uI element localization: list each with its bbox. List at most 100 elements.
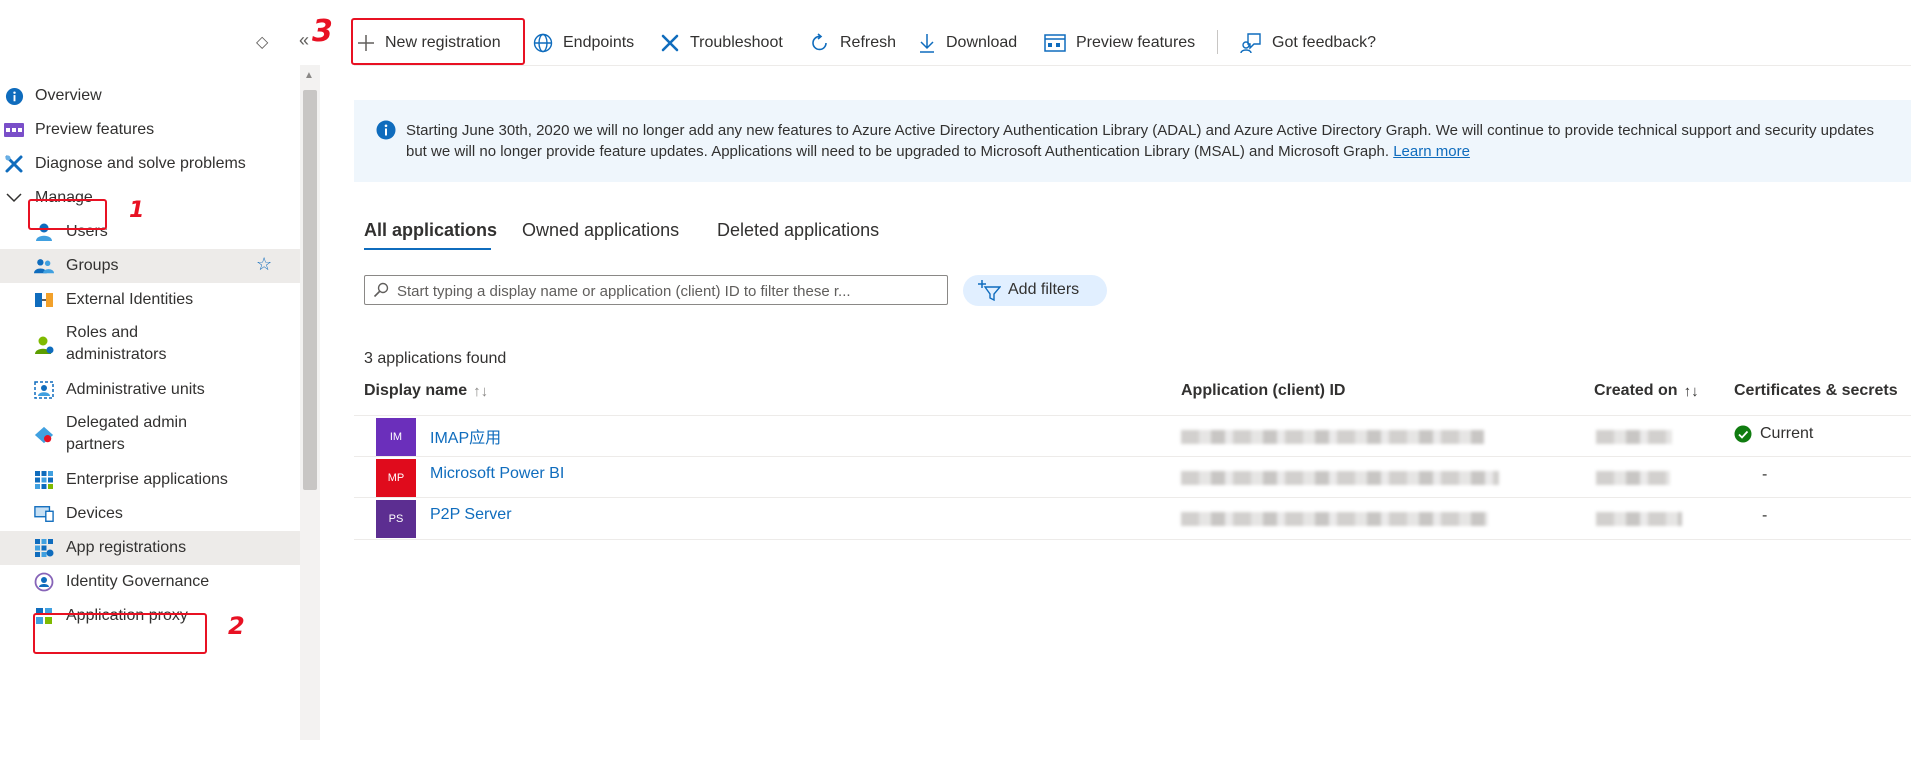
banner-message: Starting June 30th, 2020 we will no long… bbox=[406, 120, 1896, 162]
sidebar-item-label: Identity Governance bbox=[66, 573, 210, 590]
app-avatar: IM bbox=[376, 418, 416, 456]
column-label: Application (client) ID bbox=[1181, 382, 1346, 399]
download-button[interactable]: Download bbox=[918, 28, 1017, 58]
expand-icon[interactable]: ◇ bbox=[256, 32, 268, 52]
table-row[interactable]: PS P2P Server - bbox=[354, 497, 1911, 540]
sidebar-item-label: Diagnose and solve problems bbox=[35, 155, 246, 172]
redacted-client-id bbox=[1181, 471, 1499, 485]
certificate-status: Current bbox=[1734, 425, 1813, 443]
troubleshoot-button[interactable]: Troubleshoot bbox=[660, 28, 783, 58]
sidebar-item-delegated-admin[interactable]: Delegated admin partners bbox=[0, 407, 300, 463]
info-banner: Starting June 30th, 2020 we will no long… bbox=[354, 100, 1911, 182]
add-filters-label: Add filters bbox=[1008, 281, 1080, 298]
download-icon bbox=[920, 34, 934, 53]
sidebar-item-enterprise-applications[interactable]: Enterprise applications bbox=[0, 463, 300, 497]
sidebar-item-label: Preview features bbox=[35, 121, 155, 138]
info-icon bbox=[376, 120, 396, 145]
column-header-display-name[interactable]: Display name ↑↓ bbox=[364, 382, 488, 400]
redacted-created-on bbox=[1596, 512, 1682, 526]
refresh-label: Refresh bbox=[840, 34, 897, 51]
annotation-box-new-registration bbox=[351, 18, 525, 65]
check-circle-icon bbox=[1734, 425, 1752, 443]
search-input[interactable] bbox=[395, 276, 939, 306]
preview-features-icon bbox=[4, 120, 24, 140]
sidebar-item-label: Administrative units bbox=[66, 381, 205, 398]
table-row[interactable]: MP Microsoft Power BI - bbox=[354, 456, 1911, 498]
sidebar-item-groups[interactable]: Groups ☆ bbox=[0, 249, 300, 283]
delegated-admin-icon bbox=[34, 425, 54, 445]
column-header-client-id: Application (client) ID bbox=[1181, 382, 1345, 400]
sidebar-scrollbar-thumb[interactable] bbox=[303, 90, 317, 490]
preview-features-icon bbox=[1044, 34, 1066, 52]
feedback-button[interactable]: Got feedback? bbox=[1240, 28, 1376, 58]
column-header-certificates: Certificates & secrets bbox=[1734, 382, 1898, 400]
search-box bbox=[364, 275, 948, 306]
globe-icon bbox=[533, 33, 553, 53]
feedback-label: Got feedback? bbox=[1272, 34, 1377, 51]
identity-governance-icon bbox=[34, 572, 54, 592]
annotation-box-manage bbox=[28, 199, 107, 230]
results-count: 3 applications found bbox=[364, 350, 507, 367]
learn-more-link[interactable]: Learn more bbox=[1393, 143, 1470, 160]
refresh-button[interactable]: Refresh bbox=[810, 28, 896, 58]
scroll-up-icon[interactable]: ▲ bbox=[304, 70, 314, 81]
favorite-star-icon[interactable]: ☆ bbox=[256, 254, 272, 275]
sidebar-item-app-registrations[interactable]: App registrations bbox=[0, 531, 300, 565]
annotation-number-3: 3 bbox=[312, 14, 333, 49]
sidebar-item-label: App registrations bbox=[66, 539, 187, 556]
sort-icon[interactable]: ↑↓ bbox=[1684, 383, 1699, 400]
sidebar-item-roles[interactable]: Roles and administrators bbox=[0, 317, 300, 373]
toolbar-divider bbox=[1217, 30, 1218, 54]
sidebar-item-preview-features[interactable]: Preview features bbox=[0, 113, 300, 147]
column-label: Certificates & secrets bbox=[1734, 382, 1898, 399]
enterprise-apps-icon bbox=[34, 470, 54, 490]
group-icon bbox=[34, 256, 54, 276]
redacted-client-id bbox=[1181, 430, 1484, 444]
sidebar-item-label: Groups bbox=[66, 257, 119, 274]
app-name-link[interactable]: Microsoft Power BI bbox=[430, 465, 564, 483]
feedback-icon bbox=[1240, 33, 1261, 54]
table-row[interactable]: IM IMAP应用 Current bbox=[354, 415, 1911, 457]
column-label: Created on bbox=[1594, 382, 1678, 399]
column-label: Display name bbox=[364, 382, 468, 399]
annotation-number-2: 2 bbox=[228, 612, 245, 640]
sidebar-item-identity-governance[interactable]: Identity Governance bbox=[0, 565, 300, 599]
endpoints-button[interactable]: Endpoints bbox=[533, 28, 634, 58]
search-icon bbox=[373, 282, 389, 303]
sidebar-item-label: Enterprise applications bbox=[66, 471, 228, 488]
sidebar-item-label: External Identities bbox=[66, 291, 194, 308]
tab-all-applications[interactable]: All applications bbox=[364, 220, 497, 241]
preview-features-label: Preview features bbox=[1076, 34, 1196, 51]
collapse-sidebar-icon[interactable]: « bbox=[299, 30, 309, 51]
banner-text: Starting June 30th, 2020 we will no long… bbox=[406, 122, 1875, 160]
chevron-down-icon bbox=[4, 188, 24, 208]
info-icon bbox=[4, 86, 24, 106]
certificate-status-text: - bbox=[1762, 507, 1768, 524]
redacted-client-id bbox=[1181, 512, 1488, 526]
annotation-number-1: 1 bbox=[129, 198, 145, 223]
devices-icon bbox=[34, 504, 54, 524]
wrench-icon bbox=[4, 154, 24, 174]
roles-icon bbox=[34, 335, 54, 355]
sidebar-item-external-identities[interactable]: External Identities bbox=[0, 283, 300, 317]
add-filters-button[interactable]: Add filters bbox=[963, 275, 1107, 306]
sort-icon[interactable]: ↑↓ bbox=[473, 383, 488, 400]
add-filter-icon bbox=[977, 279, 1002, 306]
sidebar-item-overview[interactable]: Overview bbox=[0, 79, 300, 113]
wrench-icon bbox=[661, 34, 679, 52]
annotation-box-app-registrations bbox=[33, 613, 207, 654]
preview-features-button[interactable]: Preview features bbox=[1044, 28, 1195, 58]
sidebar-item-diagnose[interactable]: Diagnose and solve problems bbox=[0, 147, 300, 181]
admin-units-icon bbox=[34, 380, 54, 400]
column-header-created-on[interactable]: Created on ↑↓ bbox=[1594, 382, 1699, 400]
app-avatar: PS bbox=[376, 500, 416, 538]
tab-deleted-applications[interactable]: Deleted applications bbox=[717, 220, 879, 241]
app-name-link[interactable]: P2P Server bbox=[430, 506, 512, 524]
active-tab-indicator bbox=[364, 248, 491, 250]
sidebar-item-devices[interactable]: Devices bbox=[0, 497, 300, 531]
app-name-link[interactable]: IMAP应用 bbox=[430, 424, 501, 448]
tab-owned-applications[interactable]: Owned applications bbox=[522, 220, 679, 241]
external-identities-icon bbox=[34, 290, 54, 310]
download-label: Download bbox=[946, 34, 1018, 51]
sidebar-item-administrative-units[interactable]: Administrative units bbox=[0, 373, 300, 407]
